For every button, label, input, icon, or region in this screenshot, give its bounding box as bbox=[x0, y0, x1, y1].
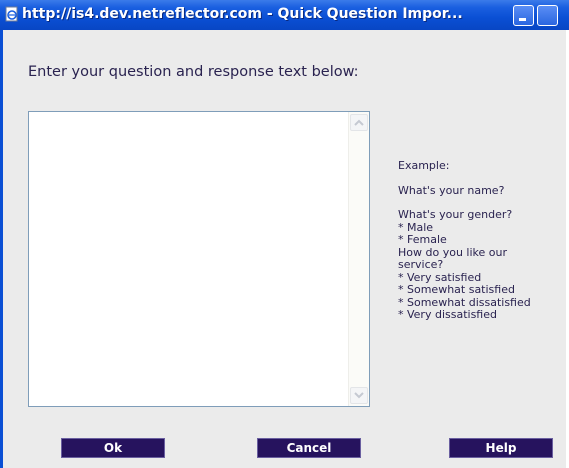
example-line: * Somewhat satisfied bbox=[398, 283, 515, 296]
maximize-button[interactable] bbox=[537, 5, 558, 26]
ie-page-icon bbox=[4, 6, 20, 22]
minimize-button[interactable] bbox=[513, 5, 534, 26]
example-heading: Example: bbox=[398, 159, 450, 172]
cancel-button[interactable]: Cancel bbox=[257, 438, 361, 458]
arrow-up-icon bbox=[354, 119, 364, 126]
example-line: service? bbox=[398, 258, 444, 271]
help-button[interactable]: Help bbox=[449, 438, 553, 458]
ok-button[interactable]: Ok bbox=[61, 438, 165, 458]
textarea-scrollbar[interactable] bbox=[348, 112, 369, 406]
example-line: * Female bbox=[398, 233, 447, 246]
instruction-text: Enter your question and response text be… bbox=[28, 64, 359, 80]
question-textarea[interactable] bbox=[29, 112, 345, 406]
window-title: http://is4.dev.netreflector.com - Quick … bbox=[22, 6, 463, 22]
example-line: * Very dissatisfied bbox=[398, 308, 497, 321]
scroll-down-button[interactable] bbox=[350, 387, 368, 404]
example-line: What's your gender? bbox=[398, 208, 513, 221]
example-text: Example: What's your name? What's your g… bbox=[398, 159, 531, 322]
question-textarea-container bbox=[28, 111, 370, 407]
example-line: What's your name? bbox=[398, 183, 505, 197]
dialog-body: Enter your question and response text be… bbox=[0, 30, 566, 468]
arrow-down-icon bbox=[354, 392, 364, 399]
scroll-up-button[interactable] bbox=[350, 114, 368, 131]
quick-question-import-window: http://is4.dev.netreflector.com - Quick … bbox=[0, 0, 569, 468]
minimize-icon bbox=[519, 18, 526, 21]
title-bar[interactable]: http://is4.dev.netreflector.com - Quick … bbox=[0, 0, 569, 30]
